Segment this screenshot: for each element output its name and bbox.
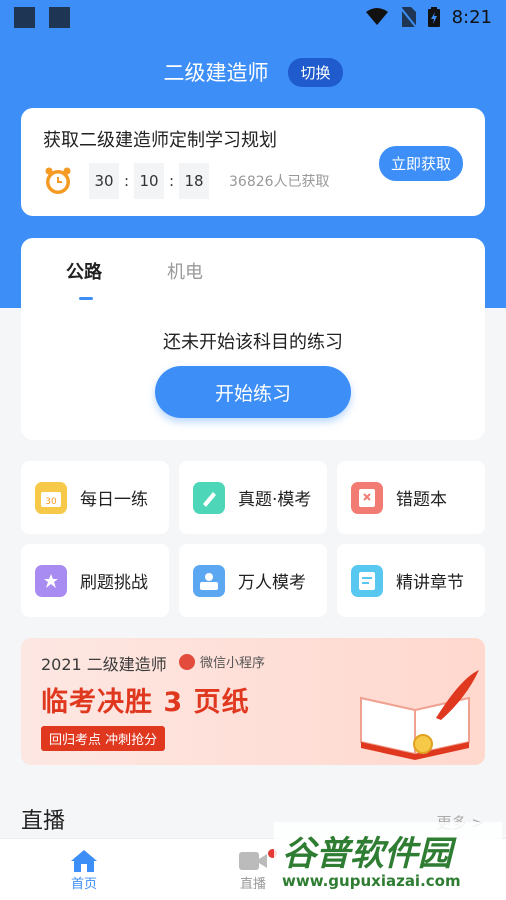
challenge-item[interactable]: 刷题挑战: [21, 544, 169, 617]
wifi-icon: [365, 8, 388, 25]
no-sim-icon: [399, 7, 416, 27]
banner-subline: 回归考点 冲刺抢分: [41, 726, 166, 751]
header: 二级建造师 切换: [0, 52, 506, 92]
countdown-seconds: 18: [179, 163, 209, 199]
countdown-separator: :: [168, 172, 175, 190]
watermark-url: www.gupuxiazai.com: [282, 872, 461, 890]
document-icon: [351, 564, 383, 597]
practice-message: 还未开始该科目的练习: [163, 332, 343, 353]
chapters-item[interactable]: 精讲章节: [337, 544, 485, 617]
practice-card: 公路 机电 还未开始该科目的练习 开始练习: [21, 238, 485, 440]
alarm-clock-icon: [45, 167, 71, 194]
mini-program-icon: [179, 653, 195, 670]
promo-banner[interactable]: 2021 二级建造师 微信小程序 临考决胜 3 页纸 回归考点 冲刺抢分: [21, 638, 485, 765]
real-exam-item[interactable]: 真题·模考: [179, 461, 327, 534]
calendar-icon: 30: [35, 481, 67, 514]
countdown-minutes: 10: [134, 163, 164, 199]
switch-button[interactable]: 切换: [288, 57, 343, 87]
battery-icon: [427, 7, 440, 27]
person-card-icon: [193, 564, 225, 597]
wrong-book-label: 错题本: [396, 490, 447, 510]
nav-home-label: 首页: [70, 877, 97, 892]
start-practice-button[interactable]: 开始练习: [155, 366, 351, 418]
wrong-book-icon: [351, 481, 383, 514]
countdown-hours: 30: [89, 163, 119, 199]
nav-home[interactable]: 首页: [54, 849, 114, 892]
challenge-label: 刷题挑战: [80, 573, 148, 593]
open-book-illustration: [360, 670, 479, 760]
banner-wechat-label: 微信小程序: [200, 656, 266, 671]
real-exam-label: 真题·模考: [238, 490, 312, 510]
countdown-separator: :: [123, 172, 130, 190]
countdown-timer: 30 : 10 : 18 36826人已获取: [89, 163, 330, 199]
chapters-label: 精讲章节: [396, 573, 464, 593]
nav-live-label: 直播: [239, 877, 266, 892]
tab-electromechanical[interactable]: 机电: [167, 258, 203, 284]
status-time: 8:21: [451, 6, 492, 28]
notification-icon: [14, 6, 35, 28]
live-section-title: 直播: [21, 809, 66, 834]
pen-icon: [193, 481, 225, 514]
banner-headline: 临考决胜 3 页纸: [41, 687, 250, 718]
notification-icon: [49, 6, 70, 28]
obtained-count: 36826人已获取: [229, 174, 330, 190]
banner-wechat: 微信小程序: [179, 652, 265, 671]
mock-exam-label: 万人模考: [238, 573, 306, 593]
tab-indicator: [79, 297, 93, 300]
daily-practice-item[interactable]: 30 每日一练: [21, 461, 169, 534]
daily-practice-label: 每日一练: [80, 490, 148, 510]
svg-text:30: 30: [45, 497, 57, 507]
wrong-book-item[interactable]: 错题本: [337, 461, 485, 534]
tab-highway[interactable]: 公路: [66, 258, 102, 284]
star-badge-icon: [35, 564, 67, 597]
page-title: 二级建造师: [163, 61, 269, 85]
status-bar: 8:21: [0, 0, 506, 34]
get-now-button[interactable]: 立即获取: [378, 146, 463, 181]
plan-card: 获取二级建造师定制学习规划 30 : 10 : 18 36826人已获取 立即获…: [21, 108, 485, 216]
banner-year-title: 2021 二级建造师: [41, 655, 167, 674]
plan-title: 获取二级建造师定制学习规划: [43, 130, 277, 151]
watermark-title: 谷普软件园: [282, 834, 452, 874]
video-icon: [239, 852, 267, 870]
mock-exam-item[interactable]: 万人模考: [179, 544, 327, 617]
home-icon: [71, 850, 97, 872]
watermark: 谷普软件园 www.gupuxiazai.com: [274, 822, 502, 894]
